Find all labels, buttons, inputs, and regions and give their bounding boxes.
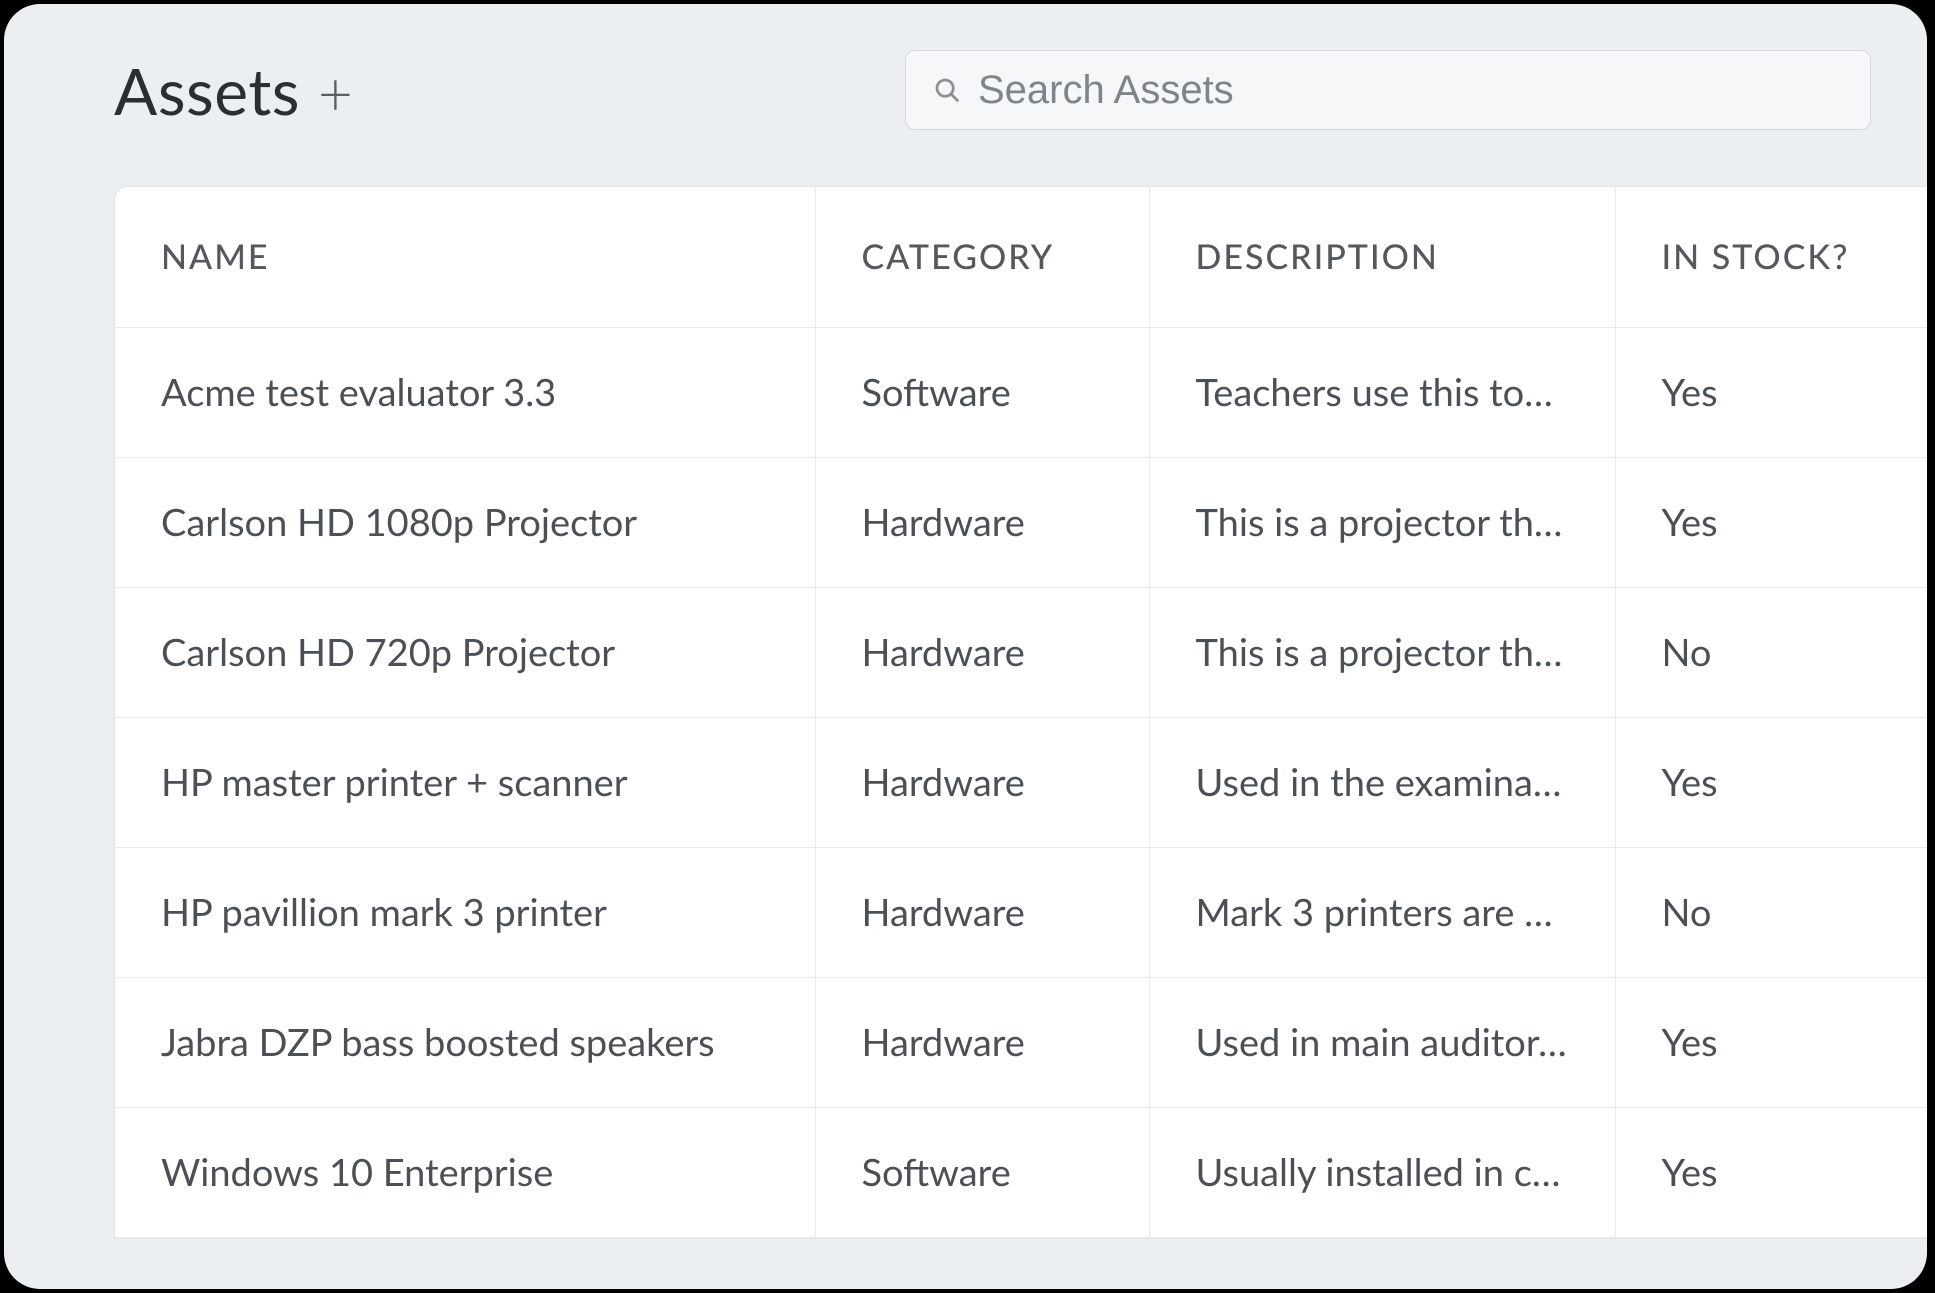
cell-name: Carlson HD 720p Projector bbox=[115, 587, 815, 717]
column-header-name[interactable]: NAME bbox=[115, 187, 815, 327]
cell-in_stock: Yes bbox=[1615, 327, 1927, 457]
table-row[interactable]: Jabra DZP bass boosted speakersHardwareU… bbox=[115, 977, 1927, 1107]
page-header: Assets + bbox=[4, 4, 1927, 170]
search-input[interactable] bbox=[978, 68, 1844, 113]
table-header-row: NAME CATEGORY DESCRIPTION IN STOCK? bbox=[115, 187, 1927, 327]
cell-description: This is a projector th… bbox=[1149, 457, 1615, 587]
search-field[interactable] bbox=[905, 50, 1871, 130]
table-row[interactable]: Carlson HD 1080p ProjectorHardwareThis i… bbox=[115, 457, 1927, 587]
cell-in_stock: Yes bbox=[1615, 457, 1927, 587]
cell-name: Carlson HD 1080p Projector bbox=[115, 457, 815, 587]
cell-category: Hardware bbox=[815, 717, 1149, 847]
cell-name: Jabra DZP bass boosted speakers bbox=[115, 977, 815, 1107]
cell-in_stock: Yes bbox=[1615, 1107, 1927, 1237]
cell-description: Teachers use this to… bbox=[1149, 327, 1615, 457]
cell-description: This is a projector th… bbox=[1149, 587, 1615, 717]
cell-category: Hardware bbox=[815, 457, 1149, 587]
cell-category: Hardware bbox=[815, 587, 1149, 717]
table-row[interactable]: HP pavillion mark 3 printerHardwareMark … bbox=[115, 847, 1927, 977]
cell-category: Hardware bbox=[815, 847, 1149, 977]
table-row[interactable]: Carlson HD 720p ProjectorHardwareThis is… bbox=[115, 587, 1927, 717]
cell-description: Used in main auditor… bbox=[1149, 977, 1615, 1107]
cell-in_stock: Yes bbox=[1615, 977, 1927, 1107]
title-group: Assets + bbox=[114, 52, 353, 129]
cell-in_stock: Yes bbox=[1615, 717, 1927, 847]
table-row[interactable]: Acme test evaluator 3.3SoftwareTeachers … bbox=[115, 327, 1927, 457]
table-row[interactable]: HP master printer + scannerHardwareUsed … bbox=[115, 717, 1927, 847]
cell-description: Used in the examina… bbox=[1149, 717, 1615, 847]
cell-category: Hardware bbox=[815, 977, 1149, 1107]
column-header-category[interactable]: CATEGORY bbox=[815, 187, 1149, 327]
assets-table-card: NAME CATEGORY DESCRIPTION IN STOCK? Acme… bbox=[114, 186, 1927, 1239]
column-header-description[interactable]: DESCRIPTION bbox=[1149, 187, 1615, 327]
table-row[interactable]: Windows 10 EnterpriseSoftwareUsually ins… bbox=[115, 1107, 1927, 1237]
add-asset-button[interactable]: + bbox=[318, 62, 353, 122]
cell-name: HP pavillion mark 3 printer bbox=[115, 847, 815, 977]
cell-name: Windows 10 Enterprise bbox=[115, 1107, 815, 1237]
cell-name: HP master printer + scanner bbox=[115, 717, 815, 847]
cell-category: Software bbox=[815, 327, 1149, 457]
app-frame: Assets + NAME CATEGORY DESCRIPTION bbox=[4, 4, 1927, 1289]
column-header-in-stock[interactable]: IN STOCK? bbox=[1615, 187, 1927, 327]
search-icon bbox=[932, 75, 962, 105]
cell-category: Software bbox=[815, 1107, 1149, 1237]
assets-table: NAME CATEGORY DESCRIPTION IN STOCK? Acme… bbox=[115, 187, 1927, 1238]
cell-in_stock: No bbox=[1615, 587, 1927, 717]
cell-description: Usually installed in c… bbox=[1149, 1107, 1615, 1237]
cell-in_stock: No bbox=[1615, 847, 1927, 977]
page-title: Assets bbox=[114, 52, 300, 129]
cell-name: Acme test evaluator 3.3 bbox=[115, 327, 815, 457]
cell-description: Mark 3 printers are u… bbox=[1149, 847, 1615, 977]
